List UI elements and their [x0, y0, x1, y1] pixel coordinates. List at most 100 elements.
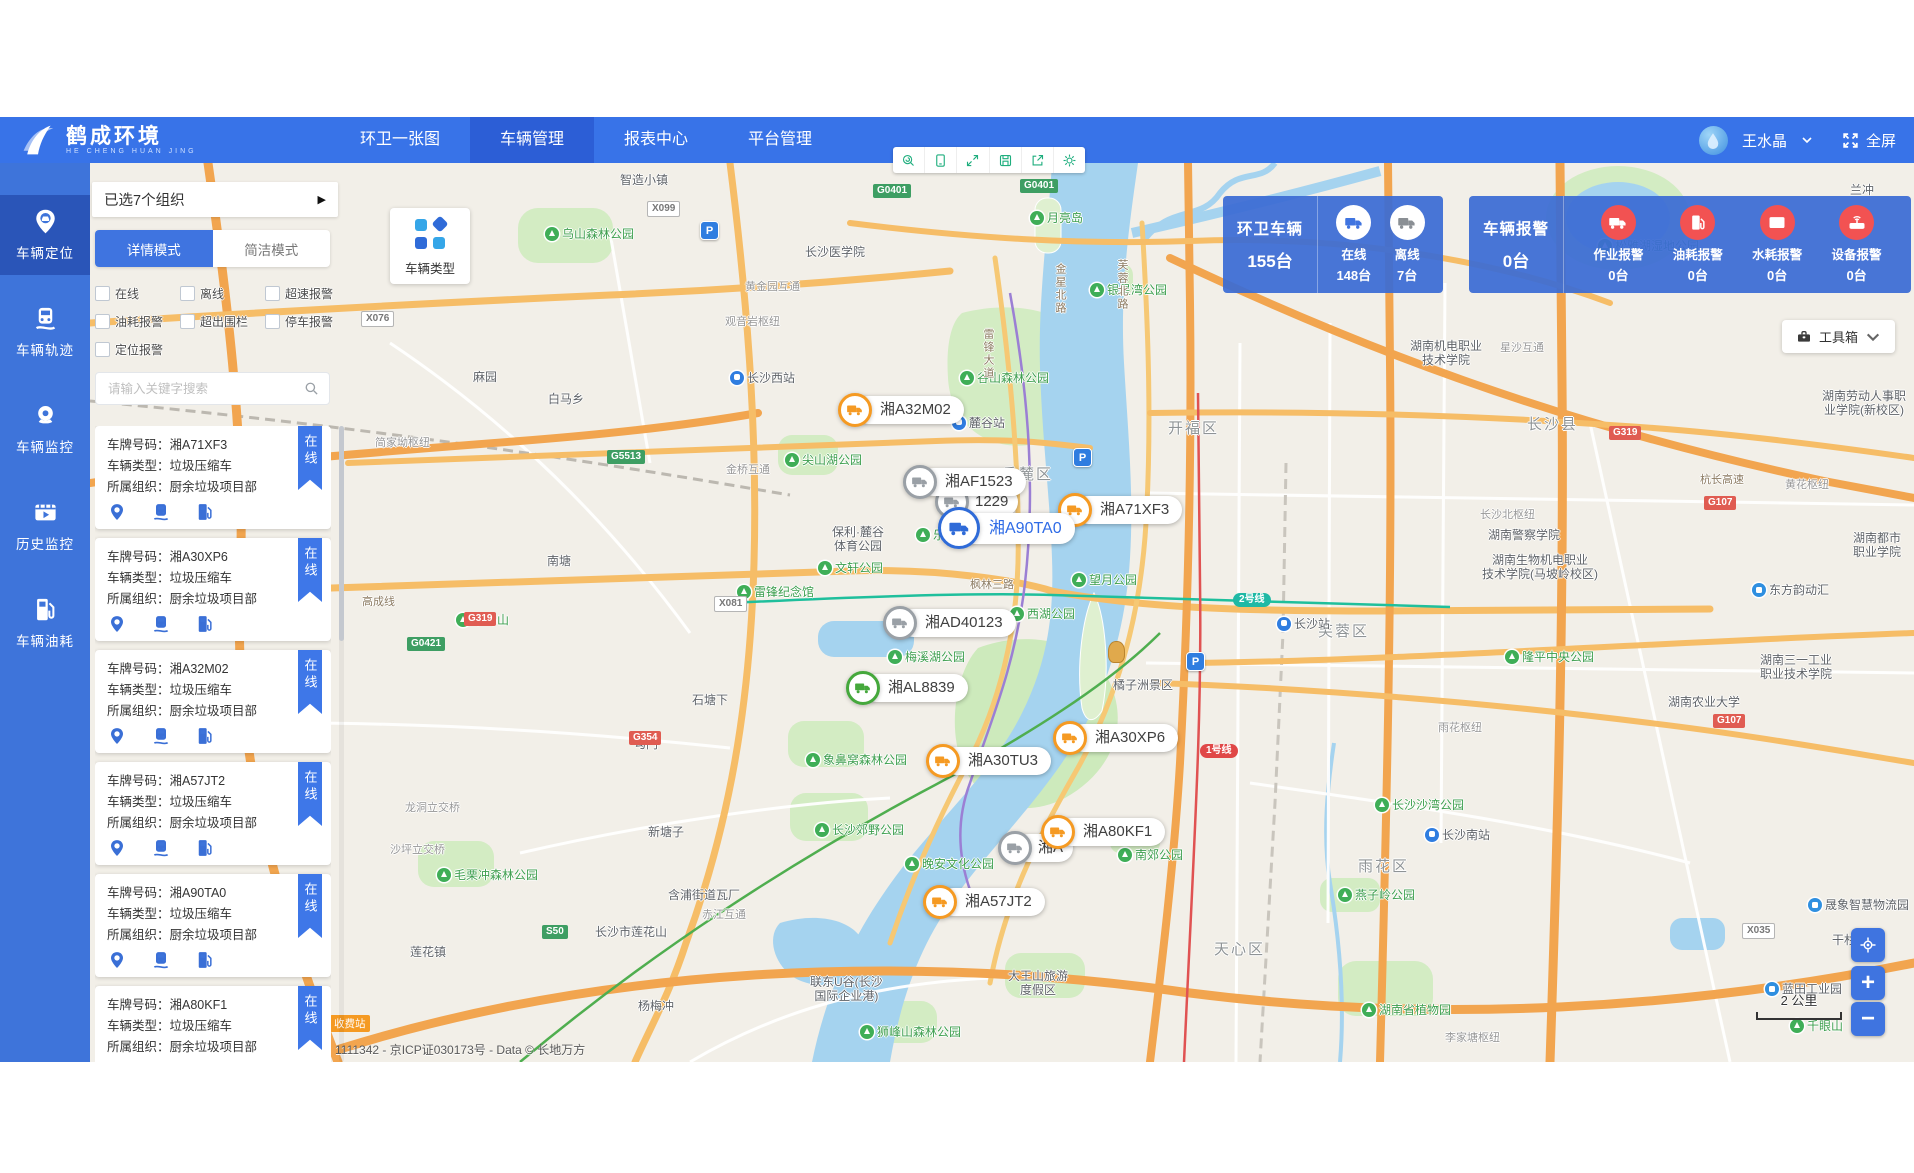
- vehicle-marker-icon[interactable]: [926, 744, 960, 778]
- nav-tab-报表中心[interactable]: 报表中心: [594, 117, 718, 163]
- filter-超出围栏[interactable]: 超出围栏: [180, 313, 265, 330]
- fuel-vehicle-icon[interactable]: [195, 614, 215, 634]
- sidebar-icon: [32, 402, 59, 429]
- toolbox-button[interactable]: 工具箱: [1782, 320, 1895, 353]
- user-name[interactable]: 王水晶: [1742, 130, 1787, 151]
- checkbox-icon[interactable]: [265, 286, 280, 301]
- track-vehicle-icon[interactable]: [151, 838, 171, 858]
- nav-tab-环卫一张图[interactable]: 环卫一张图: [330, 117, 470, 163]
- vehicle-marker-icon[interactable]: [1041, 815, 1075, 849]
- vehicle-card[interactable]: 车牌号码：湘A32M02 车辆类型：垃圾压缩车 所属组织：厨余垃圾项目部 在线: [95, 650, 331, 753]
- org-selector[interactable]: 已选7个组织 ▶: [92, 182, 338, 217]
- locate-vehicle-icon[interactable]: [107, 950, 127, 970]
- map-canvas[interactable]: 智造小镇乌山森林公园长沙医学院黄金园互通月亮岛银星湾公园兰冲观音岩枢纽麻园白马乡…: [90, 163, 1914, 1062]
- export-icon[interactable]: [1022, 147, 1054, 173]
- fuel-vehicle-icon[interactable]: [195, 502, 215, 522]
- road-badge: X076: [361, 311, 394, 327]
- stat-label: 离线: [1395, 244, 1420, 263]
- sidebar-item-车辆定位[interactable]: 车辆定位: [0, 195, 90, 275]
- place-text: 枫林三路: [970, 576, 1014, 592]
- nav-label: 车辆管理: [500, 131, 564, 148]
- vehicle-card[interactable]: 车牌号码：湘A30XP6 车辆类型：垃圾压缩车 所属组织：厨余垃圾项目部 在线: [95, 538, 331, 641]
- nav-tab-平台管理[interactable]: 平台管理: [718, 117, 842, 163]
- checkbox-icon[interactable]: [180, 286, 195, 301]
- fuel-vehicle-icon[interactable]: [195, 726, 215, 746]
- locate-button[interactable]: [1851, 928, 1885, 962]
- device-icon[interactable]: [925, 147, 957, 173]
- checkbox-icon[interactable]: [95, 314, 110, 329]
- org-label: 所属组织：: [107, 816, 170, 830]
- nav-tab-车辆管理[interactable]: 车辆管理: [470, 117, 594, 163]
- place-icon: [960, 371, 974, 385]
- vehicle-marker-icon[interactable]: [883, 606, 917, 640]
- vehicle-marker-icon[interactable]: [923, 885, 957, 919]
- sidebar-item-车辆油耗[interactable]: 车辆油耗: [0, 583, 90, 663]
- locate-vehicle-icon[interactable]: [107, 614, 127, 634]
- expand-icon[interactable]: [957, 147, 989, 173]
- vehicle-marker-icon[interactable]: [903, 465, 937, 499]
- filter-停车报警[interactable]: 停车报警: [265, 313, 350, 330]
- alarm-title: 车辆报警: [1483, 217, 1549, 239]
- scrollbar-thumb[interactable]: [339, 426, 344, 641]
- chevron-down-icon[interactable]: [1801, 134, 1813, 146]
- vehicle-type-button[interactable]: 车辆类型: [390, 208, 470, 284]
- filter-超速报警[interactable]: 超速报警: [265, 285, 350, 302]
- region-search-icon[interactable]: [893, 147, 925, 173]
- zoom-out-button[interactable]: −: [1851, 1002, 1885, 1036]
- track-vehicle-icon[interactable]: [151, 950, 171, 970]
- search-icon[interactable]: [304, 381, 319, 396]
- sidebar-item-历史监控[interactable]: 历史监控: [0, 486, 90, 566]
- expand-right-icon[interactable]: ▶: [318, 193, 326, 206]
- search-input[interactable]: [106, 381, 304, 397]
- checkbox-icon[interactable]: [180, 314, 195, 329]
- locate-vehicle-icon[interactable]: [107, 838, 127, 858]
- mode-tab-简洁模式[interactable]: 简洁模式: [213, 230, 331, 267]
- vehicle-marker-icon[interactable]: [838, 393, 872, 427]
- map-place-label: 湖南机电职业 技术学院: [1410, 339, 1482, 367]
- vehicle-card[interactable]: 车牌号码：湘A90TA0 车辆类型：垃圾压缩车 所属组织：厨余垃圾项目部 在线: [95, 874, 331, 977]
- vehicle-type-row: 车辆类型：垃圾压缩车: [107, 568, 319, 589]
- filter-定位报警[interactable]: 定位报警: [95, 341, 180, 358]
- road-badge: X099: [647, 201, 680, 217]
- vehicle-marker-icon[interactable]: [938, 507, 980, 549]
- place-text: 新塘子: [648, 823, 684, 840]
- place-text: 智造小镇: [620, 171, 668, 188]
- vehicle-marker-icon[interactable]: [1053, 721, 1087, 755]
- fuel-vehicle-icon[interactable]: [195, 950, 215, 970]
- locate-vehicle-icon[interactable]: [107, 502, 127, 522]
- sidebar-item-车辆监控[interactable]: 车辆监控: [0, 389, 90, 469]
- vehicle-marker-icon[interactable]: [846, 671, 880, 705]
- fuel-vehicle-icon[interactable]: [195, 838, 215, 858]
- vehicle-card[interactable]: 车牌号码：湘A71XF3 车辆类型：垃圾压缩车 所属组织：厨余垃圾项目部 在线: [95, 426, 331, 529]
- track-vehicle-icon[interactable]: [151, 614, 171, 634]
- locate-vehicle-icon[interactable]: [107, 726, 127, 746]
- mode-tab-详情模式[interactable]: 详情模式: [95, 230, 213, 267]
- settings-icon[interactable]: [1054, 147, 1085, 173]
- track-vehicle-icon[interactable]: [151, 726, 171, 746]
- checkbox-icon[interactable]: [95, 342, 110, 357]
- vehicle-plate-label: 湘AF1523: [945, 473, 1013, 490]
- vehicle-marker-icon[interactable]: [998, 831, 1032, 865]
- place-text: 南郊公园: [1135, 846, 1183, 863]
- filter-油耗报警[interactable]: 油耗报警: [95, 313, 180, 330]
- map-place-label: 收费站: [330, 1015, 370, 1032]
- vehicle-type-label: 车辆类型: [405, 258, 455, 277]
- place-text: 联东U谷(长沙 国际企业港): [810, 975, 883, 1003]
- track-vehicle-icon[interactable]: [151, 502, 171, 522]
- checkbox-icon[interactable]: [265, 314, 280, 329]
- fleet-total: 环卫车辆 155台: [1223, 196, 1318, 293]
- filter-在线[interactable]: 在线: [95, 285, 180, 302]
- filter-离线[interactable]: 离线: [180, 285, 265, 302]
- search-box[interactable]: [95, 372, 330, 405]
- save-icon[interactable]: [990, 147, 1022, 173]
- fullscreen-button[interactable]: 全屏: [1841, 130, 1896, 151]
- vehicle-card[interactable]: 车牌号码：湘A80KF1 车辆类型：垃圾压缩车 所属组织：厨余垃圾项目部 在线: [95, 986, 331, 1062]
- vehicle-list-scrollbar[interactable]: [339, 426, 344, 1062]
- alarm-count: 0台: [1503, 247, 1529, 272]
- header-right: 王水晶 全屏: [1699, 117, 1896, 163]
- checkbox-icon[interactable]: [95, 286, 110, 301]
- vehicle-card[interactable]: 车牌号码：湘A57JT2 车辆类型：垃圾压缩车 所属组织：厨余垃圾项目部 在线: [95, 762, 331, 865]
- sidebar-item-车辆轨迹[interactable]: 车辆轨迹: [0, 292, 90, 372]
- avatar[interactable]: [1699, 126, 1728, 155]
- zoom-in-button[interactable]: +: [1851, 966, 1885, 1000]
